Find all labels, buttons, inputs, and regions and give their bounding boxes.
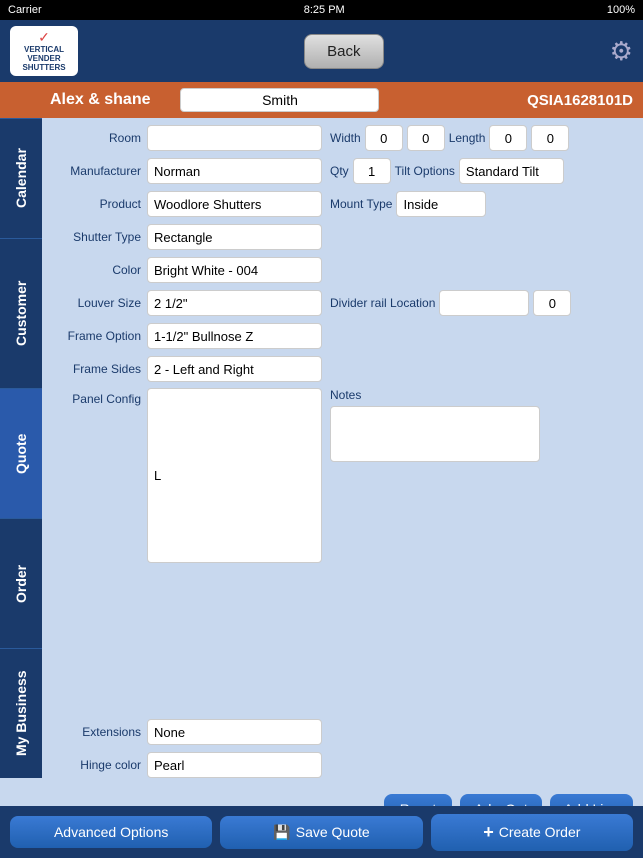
shutter-type-input[interactable] xyxy=(147,224,322,250)
frame-sides-input[interactable] xyxy=(147,356,322,382)
sidebar-quote-label: Quote xyxy=(13,433,29,473)
save-quote-button[interactable]: 💾 Save Quote xyxy=(220,816,422,849)
frame-option-input[interactable] xyxy=(147,323,322,349)
mfr-right-fields: Qty Tilt Options xyxy=(330,158,633,184)
time-label: 8:25 PM xyxy=(304,4,345,16)
save-icon: 💾 xyxy=(273,824,290,841)
length-input-2[interactable] xyxy=(531,125,569,151)
gear-icon: ⚙ xyxy=(610,36,633,66)
sidebar-order-label: Order xyxy=(13,564,29,602)
louver-row: Louver Size Divider rail Location xyxy=(52,289,633,317)
sidebar-mybusiness-label: My Business xyxy=(13,671,29,757)
frame-option-row: Frame Option xyxy=(52,322,633,350)
panel-config-label: Panel Config xyxy=(52,388,147,406)
hinge-color-row: Hinge color xyxy=(52,751,633,779)
frame-sides-label: Frame Sides xyxy=(52,362,147,376)
extensions-input[interactable] xyxy=(147,719,322,745)
form-section: Room Width Length Manufacturer Qty Tilt … xyxy=(42,118,643,790)
divider-rail-label: Divider rail Location xyxy=(330,296,435,310)
sidebar: Calendar Customer Quote Order My Busines… xyxy=(0,118,42,858)
logo-text: VERTICALVENDER SHUTTERS xyxy=(10,46,78,72)
extensions-label: Extensions xyxy=(52,725,147,739)
panel-notes-row: Panel Config Notes xyxy=(52,388,633,743)
last-name-field[interactable] xyxy=(180,88,379,112)
divider-rail-input[interactable] xyxy=(439,290,529,316)
product-label: Product xyxy=(52,197,147,211)
save-quote-label: Save Quote xyxy=(296,824,370,840)
notes-label: Notes xyxy=(330,388,540,402)
bottom-bar: Advanced Options 💾 Save Quote + Create O… xyxy=(0,806,643,858)
room-input[interactable] xyxy=(147,125,322,151)
create-order-label: Create Order xyxy=(499,824,581,840)
quote-id: QSIA1628101D xyxy=(527,92,633,109)
manufacturer-input[interactable] xyxy=(147,158,322,184)
room-right-fields: Width Length xyxy=(330,125,633,151)
top-nav: ✓ VERTICALVENDER SHUTTERS Back ⚙ xyxy=(0,20,643,82)
customer-header: Alex & shane QSIA1628101D xyxy=(0,82,643,118)
battery-label: 100% xyxy=(607,4,635,16)
length-input-1[interactable] xyxy=(489,125,527,151)
length-label: Length xyxy=(449,131,486,145)
sidebar-item-customer[interactable]: Customer xyxy=(0,238,42,388)
manufacturer-label: Manufacturer xyxy=(52,164,147,178)
plus-icon: + xyxy=(483,822,494,843)
sidebar-item-mybusiness[interactable]: My Business xyxy=(0,648,42,778)
sidebar-calendar-label: Calendar xyxy=(13,149,29,209)
tilt-options-input[interactable] xyxy=(459,158,564,184)
louver-right-fields: Divider rail Location xyxy=(330,290,633,316)
advanced-options-label: Advanced Options xyxy=(54,824,168,840)
shutter-type-label: Shutter Type xyxy=(52,230,147,244)
width-input-2[interactable] xyxy=(407,125,445,151)
louver-size-label: Louver Size xyxy=(52,296,147,310)
color-input[interactable] xyxy=(147,257,322,283)
carrier-label: Carrier xyxy=(8,4,42,16)
product-right-fields: Mount Type xyxy=(330,191,633,217)
qty-label: Qty xyxy=(330,164,349,178)
manufacturer-row: Manufacturer Qty Tilt Options xyxy=(52,157,633,185)
hinge-color-label: Hinge color xyxy=(52,758,147,772)
extensions-row: Extensions xyxy=(52,718,633,746)
notes-textarea[interactable] xyxy=(330,406,540,462)
room-label: Room xyxy=(52,131,147,145)
divider-rail-num[interactable] xyxy=(533,290,571,316)
frame-sides-row: Frame Sides xyxy=(52,355,633,383)
create-order-button[interactable]: + Create Order xyxy=(431,814,633,851)
shutter-type-row: Shutter Type xyxy=(52,223,633,251)
product-row: Product Mount Type xyxy=(52,190,633,218)
sidebar-customer-label: Customer xyxy=(13,281,29,346)
advanced-options-button[interactable]: Advanced Options xyxy=(10,816,212,848)
width-input-1[interactable] xyxy=(365,125,403,151)
product-input[interactable] xyxy=(147,191,322,217)
main-content: Room Width Length Manufacturer Qty Tilt … xyxy=(42,118,643,858)
width-label: Width xyxy=(330,131,361,145)
color-row: Color xyxy=(52,256,633,284)
gear-button[interactable]: ⚙ xyxy=(610,36,633,67)
louver-size-input[interactable] xyxy=(147,290,322,316)
logo-check-icon: ✓ xyxy=(10,29,78,46)
back-button[interactable]: Back xyxy=(304,34,383,69)
logo: ✓ VERTICALVENDER SHUTTERS xyxy=(10,26,78,76)
panel-config-input[interactable] xyxy=(147,388,322,563)
qty-input[interactable] xyxy=(353,158,391,184)
status-bar: Carrier 8:25 PM 100% xyxy=(0,0,643,20)
tilt-options-label: Tilt Options xyxy=(395,164,455,178)
color-label: Color xyxy=(52,263,147,277)
sidebar-item-order[interactable]: Order xyxy=(0,518,42,648)
sidebar-item-quote[interactable]: Quote xyxy=(0,388,42,518)
sidebar-item-calendar[interactable]: Calendar xyxy=(0,118,42,238)
mount-type-input[interactable] xyxy=(396,191,486,217)
mount-type-label: Mount Type xyxy=(330,197,392,211)
frame-option-label: Frame Option xyxy=(52,329,147,343)
hinge-color-input[interactable] xyxy=(147,752,322,778)
room-row: Room Width Length xyxy=(52,124,633,152)
customer-name: Alex & shane xyxy=(50,91,150,109)
